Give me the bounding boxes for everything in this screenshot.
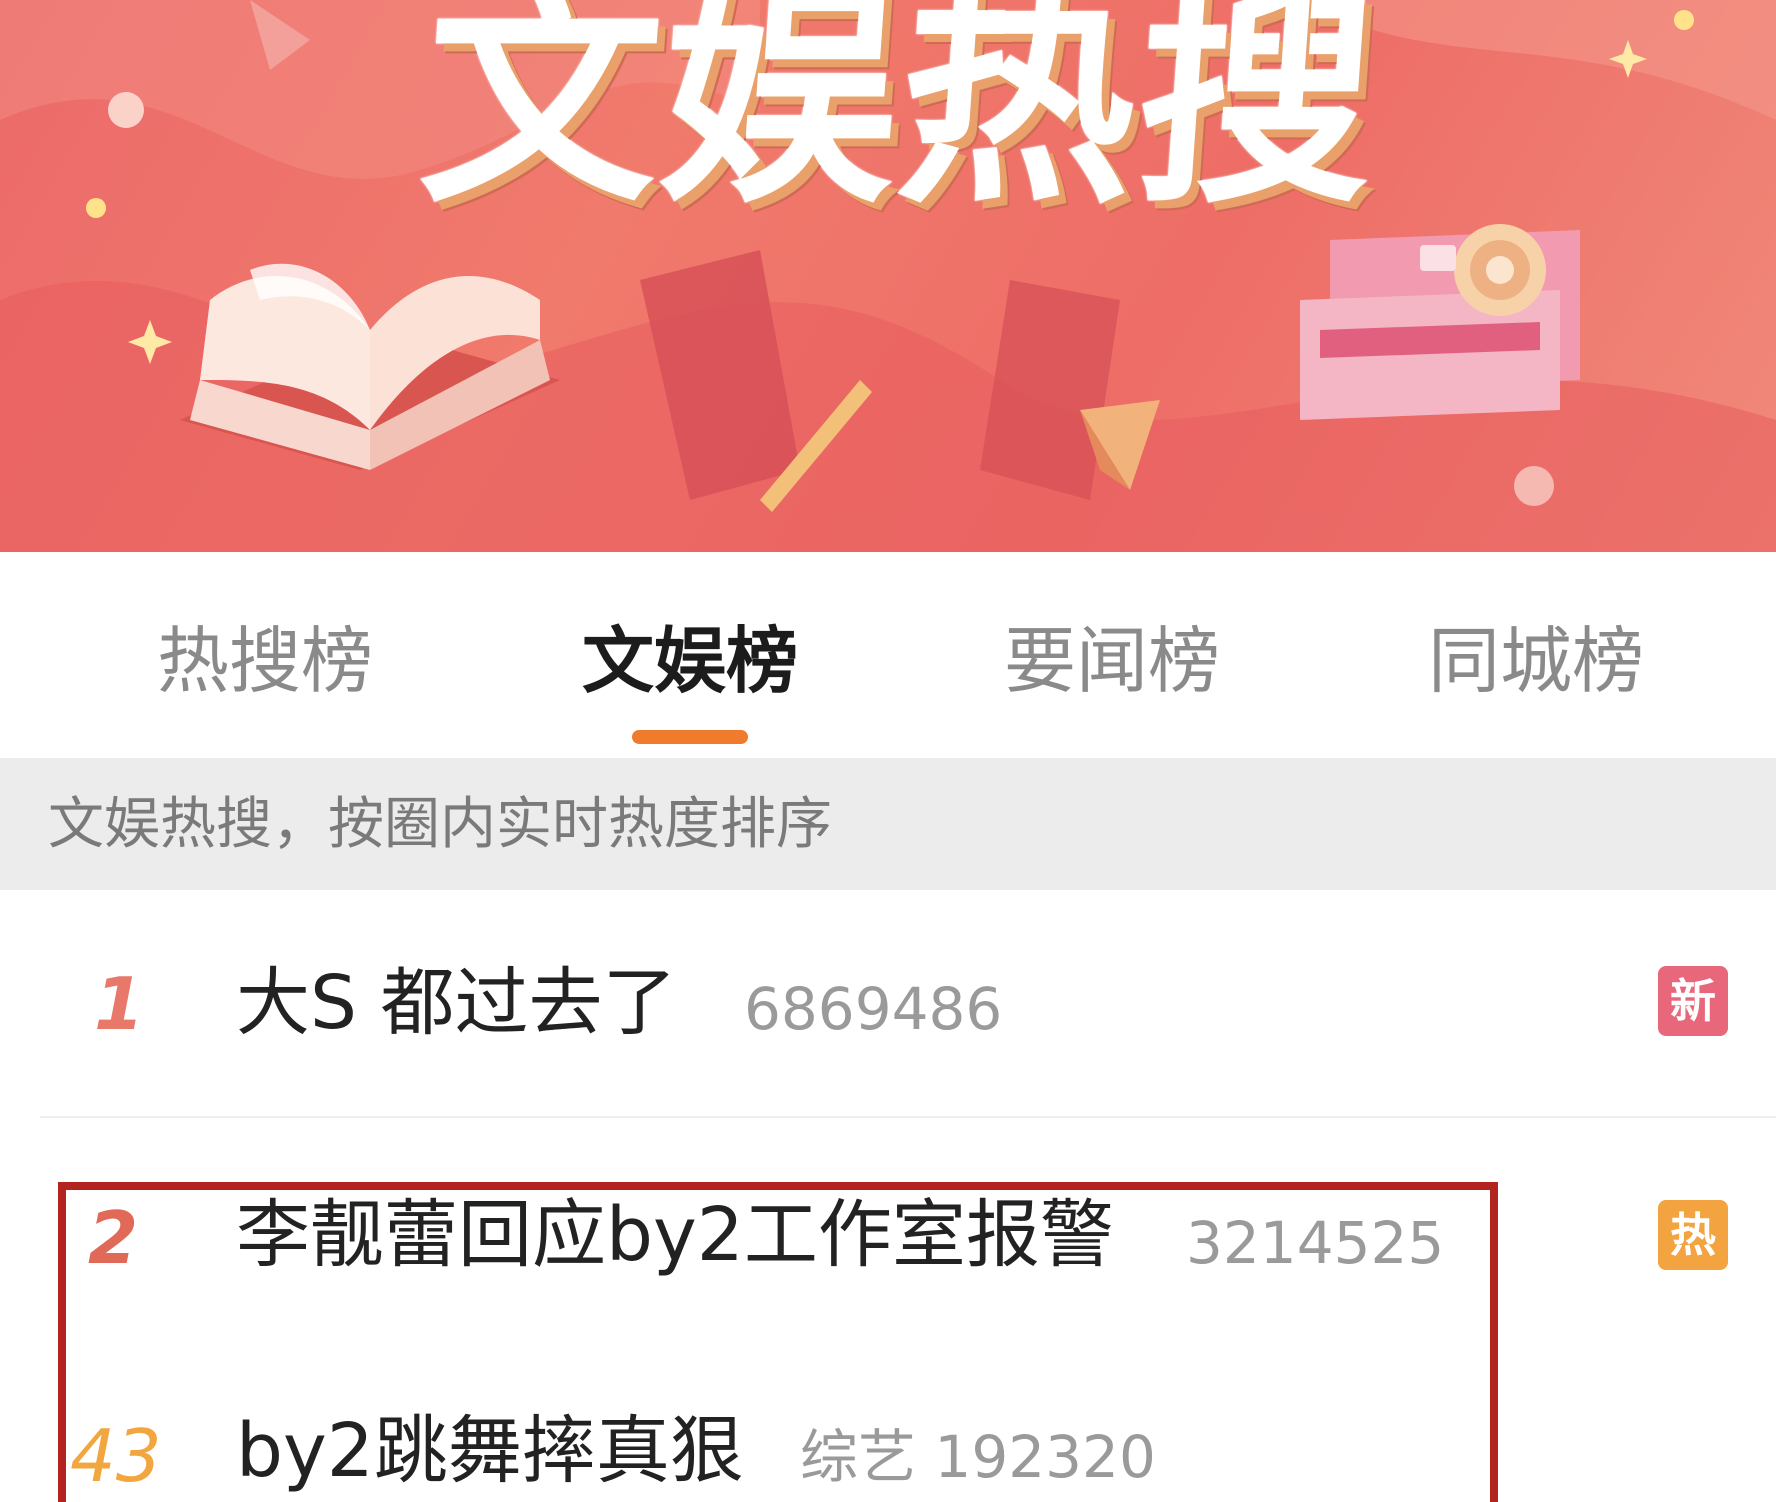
list-item[interactable]: 43 by2跳舞摔真狠 综艺 192320 (0, 1410, 1776, 1500)
rank-number: 43 (70, 1414, 162, 1498)
list-item[interactable]: 1 大S 都过去了 6869486 新 (0, 958, 1776, 1098)
dot-icon (108, 92, 144, 128)
camera-icon (1300, 224, 1580, 420)
dot-icon (1514, 466, 1554, 506)
item-title[interactable]: 李靓蕾回应by2工作室报警 (236, 1198, 1114, 1272)
tab-hot-search[interactable]: 热搜榜 (115, 616, 415, 706)
tab-entertainment[interactable]: 文娱榜 (540, 616, 840, 706)
heat-count: 6869486 (744, 975, 1003, 1043)
new-badge: 新 (1658, 966, 1728, 1036)
rank-number: 1 (94, 962, 145, 1046)
banner-title: 文娱热搜 (414, 0, 1386, 235)
banner: 文娱热搜 (0, 0, 1776, 552)
list-item[interactable]: 2 李靓蕾回应by2工作室报警 3214525 热 (0, 1194, 1776, 1324)
active-tab-indicator (632, 730, 748, 744)
tab-news[interactable]: 要闻榜 (962, 616, 1262, 706)
tab-local[interactable]: 同城榜 (1386, 616, 1686, 706)
item-title[interactable]: by2跳舞摔真狠 (236, 1414, 744, 1488)
list-description: 文娱热搜，按圈内实时热度排序 (0, 758, 1776, 890)
divider (40, 1116, 1776, 1118)
heat-count: 综艺 192320 (800, 1423, 1156, 1491)
hot-badge: 热 (1658, 1200, 1728, 1270)
heat-count: 3214525 (1186, 1209, 1445, 1277)
tab-bar: 热搜榜 文娱榜 要闻榜 同城榜 (0, 552, 1776, 758)
item-title[interactable]: 大S 都过去了 (236, 966, 677, 1040)
list-description-text: 文娱热搜，按圈内实时热度排序 (48, 792, 832, 857)
dot-icon (86, 198, 106, 218)
dot-icon (1674, 10, 1694, 30)
rank-number: 2 (88, 1196, 139, 1280)
